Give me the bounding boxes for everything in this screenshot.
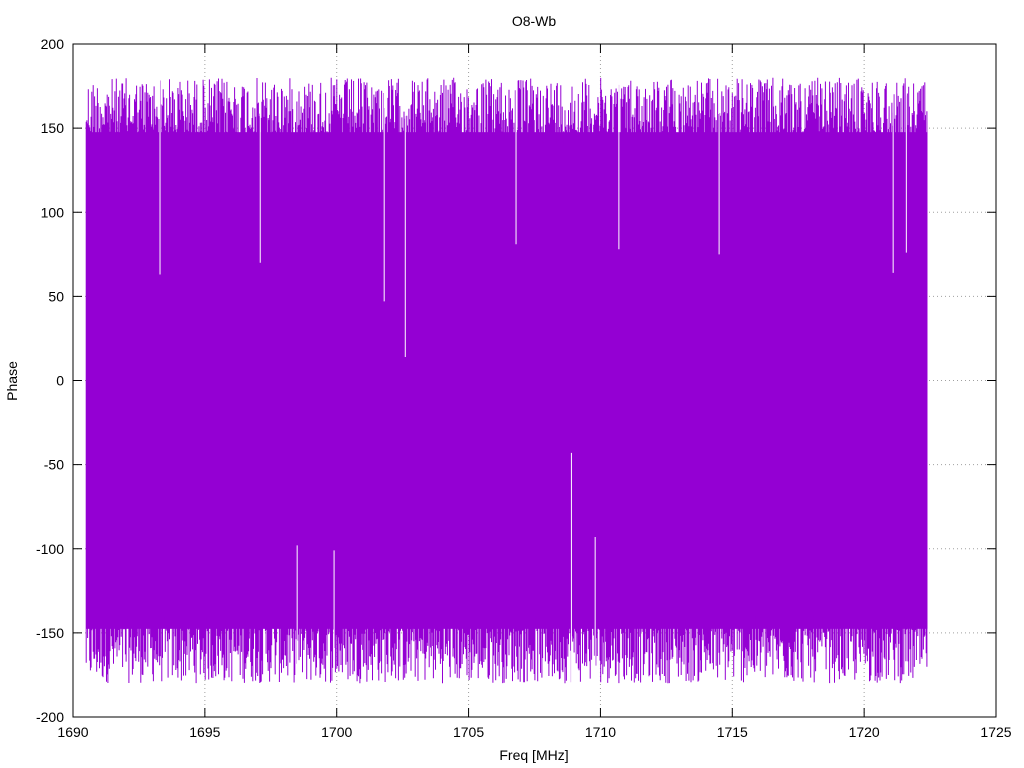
y-tick-label: -200 <box>36 709 64 725</box>
y-tick-label: -150 <box>36 625 64 641</box>
series-sample-path <box>85 77 928 684</box>
y-tick-label: 50 <box>48 288 64 304</box>
phase-series <box>85 77 928 684</box>
y-tick-label: -50 <box>44 457 64 473</box>
y-axis-label: Phase <box>4 361 20 401</box>
y-tick-label: 200 <box>41 36 65 52</box>
x-tick-label: 1700 <box>321 724 352 740</box>
phase-chart: 200 150 100 50 0 -50 -100 -150 -2001690 1695 1700 1… <box>4 13 1012 763</box>
y-tick-label: 150 <box>41 120 65 136</box>
x-tick-label: 1705 <box>453 724 484 740</box>
x-tick-label: 1710 <box>585 724 616 740</box>
y-tick-label: 0 <box>56 373 64 389</box>
chart-title: O8-Wb <box>512 13 557 29</box>
series-samples <box>85 77 928 684</box>
y-tick-label: -100 <box>36 541 64 557</box>
x-tick-label: 1695 <box>189 724 220 740</box>
x-tick-label: 1725 <box>980 724 1011 740</box>
x-tick-label: 1715 <box>717 724 748 740</box>
y-tick-label: 100 <box>41 204 65 220</box>
x-tick-label: 1690 <box>57 724 88 740</box>
x-axis-label: Freq [MHz] <box>499 747 568 763</box>
x-tick-label: 1720 <box>849 724 880 740</box>
